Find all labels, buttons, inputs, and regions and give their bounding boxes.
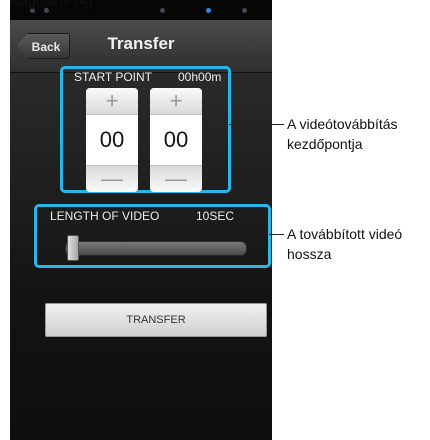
length-slider-thumb[interactable]: [67, 235, 79, 261]
length-of-video-label-row: LENGTH OF VIDEO 10SEC: [50, 209, 260, 223]
caption-fragment: ivágójáról (A): [10, 0, 93, 9]
hours-value: 00: [86, 115, 138, 165]
phone-screen: Back Transfer START POINT 00h00m + 00 — …: [10, 0, 272, 440]
hours-spinner: + 00 —: [86, 88, 138, 192]
caption-top: ivágójáról (A): [10, 0, 270, 12]
minutes-spinner: + 00 —: [150, 88, 202, 192]
length-callout-line: [269, 234, 284, 235]
transfer-button[interactable]: TRANSFER: [45, 303, 267, 337]
length-of-video-label: LENGTH OF VIDEO: [50, 209, 160, 223]
length-of-video-value: 10SEC: [196, 209, 235, 223]
start-point-label-row: START POINT 00h00m: [74, 70, 224, 84]
length-callout: A továbbított videó hossza: [287, 226, 403, 262]
minutes-increment-button[interactable]: +: [150, 88, 202, 115]
page-title: Transfer: [107, 34, 175, 53]
start-point-value: 00h00m: [178, 70, 222, 84]
minutes-decrement-button[interactable]: —: [150, 165, 202, 192]
minutes-value: 00: [150, 115, 202, 165]
start-point-callout: A videótovábbítás kezdőpontja: [287, 116, 398, 152]
hours-decrement-button[interactable]: —: [86, 165, 138, 192]
start-point-callout-line: [229, 124, 284, 125]
hours-increment-button[interactable]: +: [86, 88, 138, 115]
page: Back Transfer START POINT 00h00m + 00 — …: [0, 0, 430, 440]
start-point-label: START POINT: [74, 70, 153, 84]
length-slider-track[interactable]: [65, 241, 247, 256]
